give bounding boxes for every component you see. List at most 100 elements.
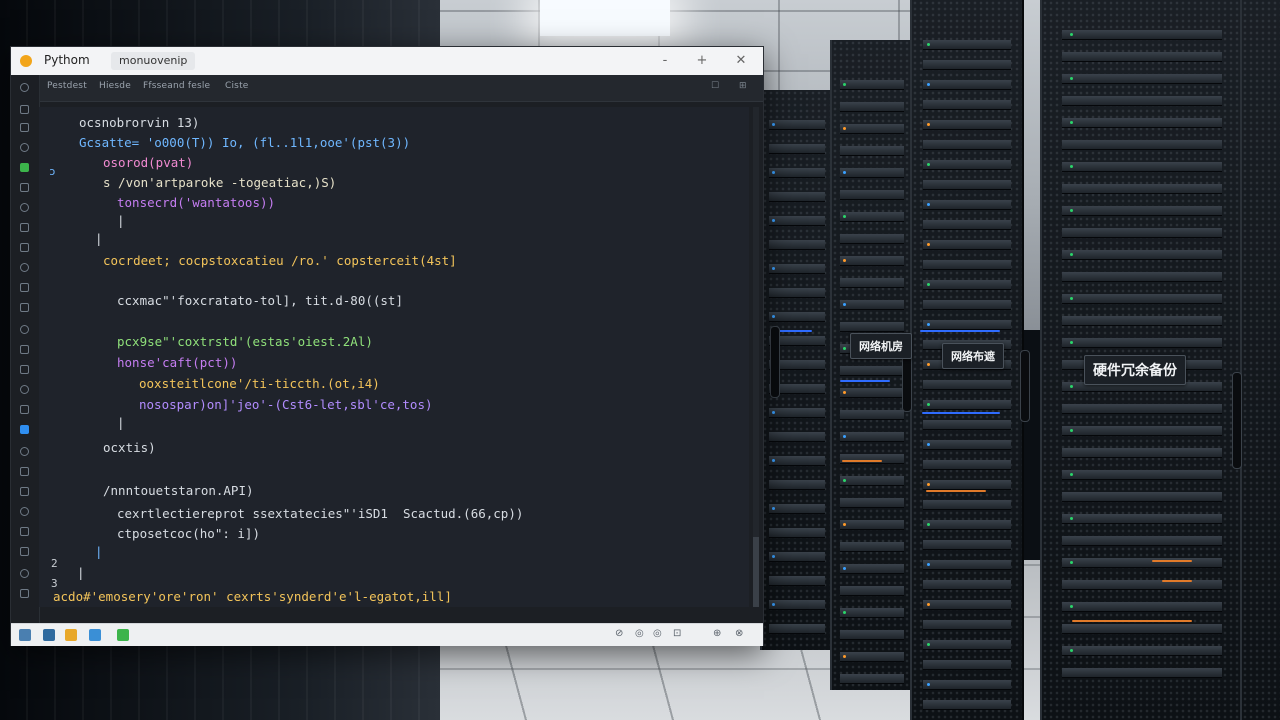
rack-server-unit: [769, 600, 825, 610]
maximize-button[interactable]: +: [692, 51, 712, 71]
code-line[interactable]: /nnntouetstaron.API): [103, 483, 254, 499]
code-editor[interactable]: ocsnobrorvin 13) Gcsatte= 'o000(T)) Io, (…: [39, 107, 749, 607]
menu-item[interactable]: Ciste: [225, 81, 249, 91]
rack-server-unit: [1062, 492, 1222, 502]
sidebar-tool-icon[interactable]: [20, 547, 29, 556]
rack-server-unit: [923, 460, 1011, 470]
rack-handle: [1232, 372, 1242, 469]
sidebar-tool-icon[interactable]: [20, 345, 29, 354]
rack-server-unit: [840, 520, 904, 530]
code-line[interactable]: honse'caft(pct)): [117, 355, 237, 371]
target-icon[interactable]: ◎: [653, 628, 662, 639]
gutter-marker[interactable]: 3: [51, 577, 58, 590]
gutter-marker[interactable]: ɔ: [49, 165, 56, 178]
close-button[interactable]: ✕: [731, 51, 751, 71]
sidebar-tool-icon[interactable]: [20, 183, 29, 192]
status-led: [1070, 473, 1073, 476]
code-line[interactable]: pcx9se"'coxtrstd'(estas'oiest.2Al): [117, 334, 373, 350]
rack-server-unit: [1062, 206, 1222, 216]
scrollbar-thumb[interactable]: [753, 537, 759, 607]
screen-icon[interactable]: ⊡: [673, 628, 681, 639]
sidebar-tool-icon[interactable]: [20, 405, 29, 414]
rack-server-unit: [769, 576, 825, 586]
code-line[interactable]: ooxsteitlcone'/ti-ticcth.(ot,i4): [139, 376, 380, 392]
record-icon[interactable]: ◎: [635, 628, 644, 639]
code-line[interactable]: cexrtlectiereprot ssextatecies"'iSD1 Sca…: [117, 506, 523, 522]
rack-server-unit: [1062, 536, 1222, 546]
run-icon[interactable]: [117, 629, 129, 641]
sidebar-tool-icon[interactable]: [20, 589, 29, 598]
code-line[interactable]: acdo#'emosery'ore'ron' cexrts'synderd'e'…: [53, 589, 452, 605]
gutter-marker[interactable]: 2: [51, 557, 58, 570]
code-line[interactable]: tonsecrd('wantatoos)): [117, 195, 275, 211]
file-tab[interactable]: monuovenip: [111, 52, 196, 70]
sidebar-tool-icon[interactable]: [20, 487, 29, 496]
rack-server-unit: [923, 480, 1011, 490]
sidebar-tool-icon[interactable]: [20, 123, 29, 132]
zoom-icon[interactable]: ⊕: [713, 628, 721, 639]
sidebar-tool-icon[interactable]: [20, 385, 29, 394]
sidebar-tool-icon[interactable]: [20, 143, 29, 152]
rack-server-unit: [923, 60, 1011, 70]
code-line[interactable]: |: [77, 565, 85, 581]
sidebar-tool-icon[interactable]: [20, 527, 29, 536]
sync-icon[interactable]: ⊘: [615, 628, 623, 639]
code-line[interactable]: |: [117, 213, 125, 229]
terminal-icon[interactable]: [43, 629, 55, 641]
sidebar-tool-icon[interactable]: [20, 365, 29, 374]
code-line[interactable]: cocrdeet; cocpstoxcatieu /ro.' copsterce…: [103, 253, 457, 269]
minimize-button[interactable]: -: [655, 51, 675, 71]
folder-icon[interactable]: [65, 629, 77, 641]
rack-server-unit: [769, 528, 825, 538]
code-line[interactable]: ocsnobrorvin 13): [79, 115, 199, 131]
sidebar-tool-icon[interactable]: [20, 425, 29, 434]
save-icon[interactable]: [19, 629, 31, 641]
sidebar-tool-icon[interactable]: [20, 163, 29, 172]
sidebar-tool-icon[interactable]: [20, 507, 29, 516]
settings-icon[interactable]: ⊗: [735, 628, 743, 639]
window-icon[interactable]: [89, 629, 101, 641]
sidebar-tool-icon[interactable]: [20, 263, 29, 272]
panel-icon[interactable]: ⊞: [739, 81, 747, 91]
menu-item[interactable]: Ffsseand fesle: [143, 81, 210, 91]
rack-server-unit: [923, 500, 1011, 510]
sidebar-tool-icon[interactable]: [20, 325, 29, 334]
code-line[interactable]: ctposetcoc(ho": i]): [117, 526, 260, 542]
code-line[interactable]: |: [117, 415, 125, 431]
code-line[interactable]: Gcsatte= 'o000(T)) Io, (fl..1l1,ooe'(pst…: [79, 135, 410, 151]
rack-server-unit: [840, 674, 904, 684]
rack-server-unit: [923, 600, 1011, 610]
sidebar-tool-icon[interactable]: [20, 83, 29, 92]
code-line[interactable]: |: [95, 544, 103, 560]
code-line[interactable]: |: [95, 231, 103, 247]
status-led: [771, 219, 775, 222]
code-line[interactable]: nosospar)on]'jeo'-(Cst6-let,sbl'ce,tos): [139, 397, 433, 413]
layout-icon[interactable]: ☐: [711, 81, 719, 91]
sidebar-tool-icon[interactable]: [20, 467, 29, 476]
rack-server-unit: [1062, 580, 1222, 590]
rack-server-unit: [840, 608, 904, 618]
rack-server-unit: [769, 168, 825, 178]
status-led: [1070, 561, 1073, 564]
sidebar-tool-icon[interactable]: [20, 105, 29, 114]
rack-server-unit: [769, 480, 825, 490]
status-led: [1070, 253, 1073, 256]
editor-scrollbar[interactable]: [753, 107, 759, 607]
sidebar-tool-icon[interactable]: [20, 203, 29, 212]
code-line[interactable]: ccxmac"'foxcratato-tol], tit.d-80((st]: [117, 293, 403, 309]
code-line[interactable]: ocxtis): [103, 440, 156, 456]
code-line[interactable]: osorod(pvat): [103, 155, 193, 171]
menu-item[interactable]: Hiesde: [99, 81, 131, 91]
sidebar-tool-icon[interactable]: [20, 303, 29, 312]
sidebar-tool-icon[interactable]: [20, 569, 29, 578]
code-line[interactable]: s /von'artparoke -togeatiac,)S): [103, 175, 336, 191]
sidebar-tool-icon[interactable]: [20, 223, 29, 232]
sidebar-tool-icon[interactable]: [20, 283, 29, 292]
sidebar-tool-icon[interactable]: [20, 447, 29, 456]
rack-server-unit: [923, 260, 1011, 270]
rack-server-unit: [1062, 118, 1222, 128]
rack-server-unit: [923, 80, 1011, 90]
app-title: Pythom: [44, 53, 90, 67]
sidebar-tool-icon[interactable]: [20, 243, 29, 252]
menu-item[interactable]: Pestdest: [47, 81, 87, 91]
